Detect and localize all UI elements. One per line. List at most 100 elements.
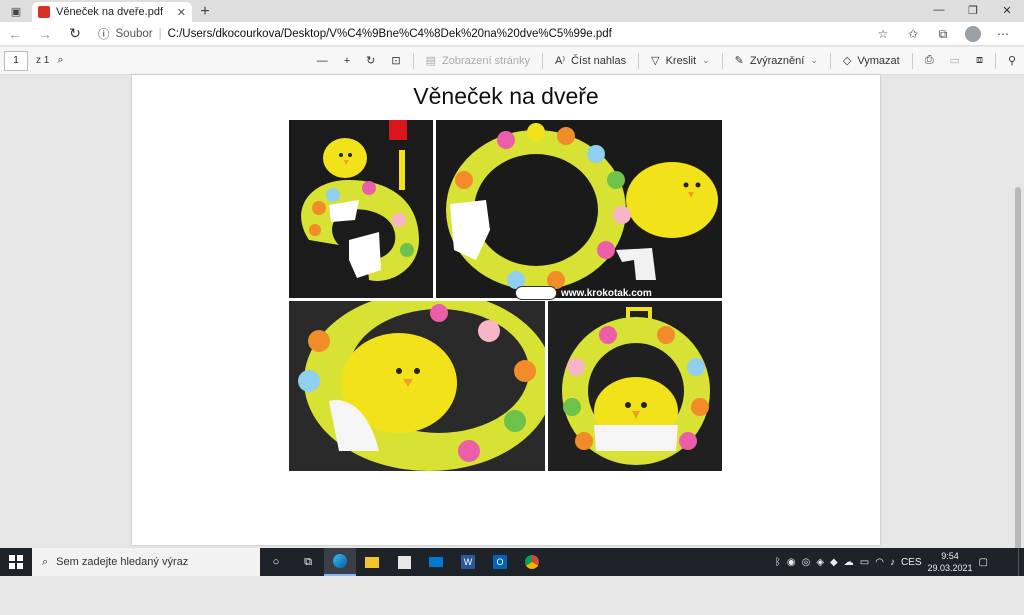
browser-tab[interactable]: Věneček na dveře.pdf ✕ [32,2,192,22]
pdf-file-icon [38,6,50,18]
show-desktop-button[interactable] [1018,548,1024,576]
taskbar-search-input[interactable]: ⌕ Sem zadejte hledaný výraz [32,548,260,576]
document-title: Věneček na dveře [413,83,599,109]
url-text: C:/Users/dkocourkova/Desktop/V%C4%9Bne%C… [167,28,612,40]
tab-actions-icon[interactable]: ▣ [0,0,32,22]
tab-title: Věneček na dveře.pdf [56,6,164,18]
read-aloud-label: Číst nahlas [571,54,627,67]
toolbar-divider [994,52,996,69]
draw-icon: ▽ [651,55,660,67]
close-window-button[interactable]: ✕ [990,0,1024,20]
chevron-down-icon[interactable]: ⌄ [810,55,818,66]
security-label: Soubor [115,28,153,40]
toolbar-divider [542,52,544,69]
page-view-icon: ▤ [425,55,436,67]
back-button[interactable]: ← [0,22,30,46]
craft-photo-step-1 [289,120,433,298]
battery-icon[interactable]: ▭ [860,557,869,568]
page-view-button[interactable]: ▤ Zobrazení stránky [418,54,538,68]
craft-photo-step-2 [436,120,722,298]
page-count: z 1 [36,55,50,66]
keyboard-language[interactable]: CES [901,557,922,568]
task-view-icon[interactable]: ⧉ [292,548,324,576]
page-number-input[interactable]: 1 [4,50,28,71]
scrollbar-thumb[interactable] [1015,187,1021,567]
vertical-scrollbar[interactable] [1014,155,1022,615]
highlight-button[interactable]: ✎ Zvýraznění ⌄ [727,54,826,68]
search-icon: ⌕ [42,555,49,568]
page-view-label: Zobrazení stránky [441,54,531,67]
chevron-down-icon[interactable]: ⌄ [702,55,710,66]
tray-app-icon[interactable]: ◉ [787,557,796,568]
windows-start-icon[interactable] [0,548,32,576]
mail-icon[interactable] [420,548,452,576]
minimize-button[interactable]: — [922,0,956,20]
draw-button[interactable]: ▽ Kreslit ⌄ [643,54,718,68]
profile-avatar[interactable] [965,26,981,42]
new-tab-button[interactable]: + [192,2,218,22]
volume-icon[interactable]: ♪ [890,557,895,568]
chrome-icon[interactable] [516,548,548,576]
clock-time: 9:54 [941,551,959,561]
collections-icon[interactable]: ⧉ [928,27,958,42]
clock-date: 29.03.2021 [927,563,973,573]
save-as-button[interactable]: ⧈ [968,54,991,67]
highlight-icon: ✎ [734,55,744,67]
erase-button[interactable]: ◇ Vymazat [835,54,908,68]
pin-toolbar-icon[interactable]: ⚲ [1000,54,1024,67]
tray-app-icon[interactable]: ◈ [816,557,824,568]
watermark-text: www.krokotak.com [561,287,652,299]
edge-app-icon[interactable] [324,548,356,576]
favorites-icon[interactable]: ✩ [898,27,928,41]
favorite-star-icon[interactable]: ☆ [868,27,898,41]
tray-app-icon[interactable]: ◆ [830,557,838,568]
highlight-label: Zvýraznění [749,54,805,67]
bluetooth-icon[interactable]: ᛒ [775,557,781,568]
pdf-toolbar: 1 z 1 ⌕ — + ↻ ⊡ ▤ Zobrazení stránky A⁾ Čís… [0,47,1024,75]
browser-title-bar: ▣ Věneček na dveře.pdf ✕ + — ❐ ✕ [0,0,1024,22]
toolbar-divider [829,52,831,69]
erase-label: Vymazat [857,54,900,67]
info-icon[interactable]: ⓘ [98,26,110,42]
window-controls: — ❐ ✕ [922,0,1024,20]
onedrive-icon[interactable]: ☁ [844,557,854,568]
network-icon[interactable]: ◠ [875,557,884,568]
print-button[interactable]: ⎙ [917,54,942,67]
close-tab-icon[interactable]: ✕ [177,6,186,19]
file-explorer-icon[interactable] [356,548,388,576]
read-aloud-button[interactable]: A⁾ Číst nahlas [547,54,634,68]
pdf-viewer[interactable]: Věneček na dveře www.krokotak.com [0,75,1024,567]
address-bar-row: ← → ↻ ⓘ Soubor | C:/Users/dkocourkova/De… [0,22,1024,46]
search-icon[interactable]: ⌕ [49,54,71,67]
more-menu-icon[interactable]: ⋯ [988,27,1018,41]
read-aloud-icon: A⁾ [555,55,566,67]
refresh-button[interactable]: ↻ [60,22,90,46]
address-separator: | [158,28,162,40]
notifications-icon[interactable]: ▢ [979,557,988,568]
skype-icon[interactable]: ◎ [802,557,811,568]
craft-photo-step-3 [289,301,545,471]
toolbar-divider [638,52,640,69]
craft-photo-finished [548,301,722,471]
store-icon[interactable] [388,548,420,576]
restore-button[interactable]: ❐ [956,0,990,20]
save-button[interactable]: ▭ [942,54,968,67]
eraser-icon: ◇ [842,55,852,67]
windows-taskbar: ⌕ Sem zadejte hledaný výraz ○ ⧉ W O ᛒ ◉ … [0,548,1024,576]
rotate-button[interactable]: ↻ [358,54,383,67]
system-tray: ᛒ ◉ ◎ ◈ ◆ ☁ ▭ ◠ ♪ CES 9:54 29.03.2021 ▢ [775,548,988,576]
cortana-icon[interactable]: ○ [260,548,292,576]
outlook-icon[interactable]: O [484,548,516,576]
pdf-page: Věneček na dveře www.krokotak.com [132,75,880,545]
taskbar-clock[interactable]: 9:54 29.03.2021 [928,550,973,574]
fit-page-button[interactable]: ⊡ [383,54,408,67]
zoom-in-button[interactable]: + [336,55,358,67]
toolbar-divider [721,52,723,69]
zoom-out-button[interactable]: — [309,55,336,67]
word-icon[interactable]: W [452,548,484,576]
draw-label: Kreslit [665,54,697,67]
forward-button[interactable]: → [30,22,60,46]
address-field[interactable]: ⓘ Soubor | C:/Users/dkocourkova/Desktop/… [98,24,898,44]
browser-toolbar-icons: ☆ ✩ ⧉ ⋯ [868,22,1018,46]
search-placeholder: Sem zadejte hledaný výraz [56,556,189,568]
